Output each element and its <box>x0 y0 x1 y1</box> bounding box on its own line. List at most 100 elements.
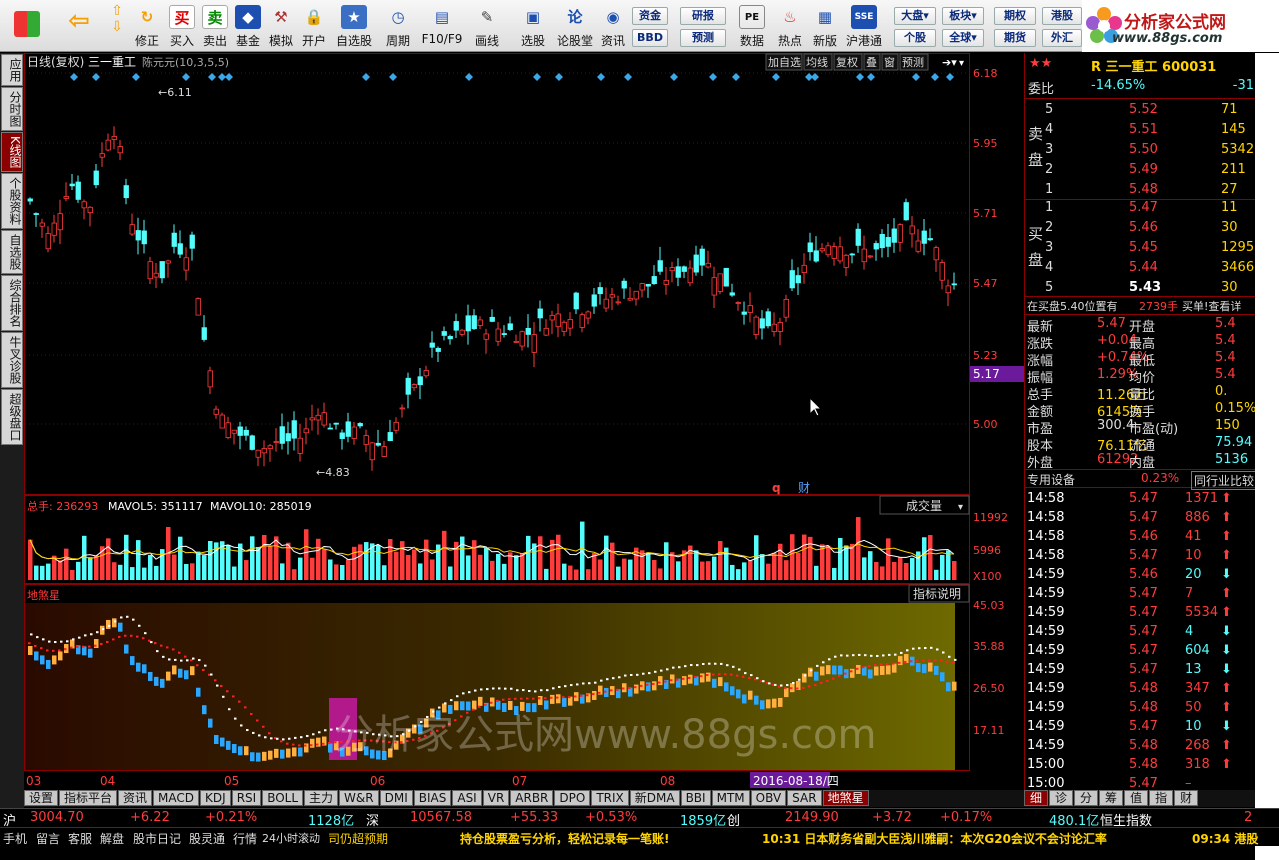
indicator-tab[interactable]: VR <box>482 790 510 806</box>
indicator-tab[interactable]: RSI <box>231 790 262 806</box>
sell-level-row[interactable]: 3 5.50 5342 <box>1025 141 1256 160</box>
forecast-button[interactable]: 预测 <box>680 29 726 47</box>
finance-marker[interactable]: 财 <box>798 481 810 495</box>
indicator-tab[interactable]: KDJ <box>200 790 231 806</box>
indicator-tab[interactable]: 资讯 <box>118 790 153 806</box>
tick-row[interactable]: 14:59 5.48 268 ⬆ <box>1025 737 1256 756</box>
indicator-tab[interactable]: 设置 <box>24 790 59 806</box>
fund-flow-button[interactable]: 资金 <box>632 7 668 25</box>
tick-row[interactable]: 14:59 5.48 50 ⬆ <box>1025 699 1256 718</box>
kline-chart-svg[interactable]: 日线(复权) 三一重工 陈元元(10,3,5,5) 加自选 均线 复权叠窗预测 ➔▾ ▾… <box>24 53 1024 790</box>
indicator-tab[interactable]: BBI <box>680 790 711 806</box>
tick-row[interactable]: 14:58 5.47 1371 ⬆ <box>1025 490 1256 509</box>
toolbar-period-button[interactable]: ◷ 周期 <box>378 3 418 50</box>
bottom-24h-link[interactable]: 24小时滚动 <box>262 830 320 846</box>
q-marker[interactable]: q <box>772 481 781 495</box>
chevron-down-icon[interactable]: ▾ <box>959 58 964 69</box>
bottom-quote-link[interactable]: 行情 <box>233 830 257 847</box>
futures-button[interactable]: 期货 <box>994 29 1036 47</box>
right-panel-tab[interactable]: 分 <box>1074 790 1099 806</box>
indicator-tab[interactable]: MACD <box>153 790 200 806</box>
buy-level-row[interactable]: 4 5.44 3466 <box>1025 259 1256 278</box>
indicator-tab[interactable]: 主力 <box>304 790 339 806</box>
research-button[interactable]: 研报 <box>680 7 726 25</box>
start-menu-button[interactable] <box>5 3 49 50</box>
buy-level-row[interactable]: 1 5.47 11 <box>1025 199 1256 218</box>
toolbar-draw-button[interactable]: ✎ 画线 <box>467 3 507 50</box>
bottom-mobile-link[interactable]: 手机 <box>3 830 27 847</box>
toolbar-forum-button[interactable]: 论论股堂 <box>556 3 594 50</box>
toolbar-data-button[interactable]: PE 数据 <box>735 3 769 50</box>
tick-row[interactable]: 14:59 5.47 7 ⬆ <box>1025 585 1256 604</box>
ticker-news-2[interactable]: 持仓股票盈亏分析，轻松记录每一笔账! <box>460 830 669 847</box>
tick-row[interactable]: 14:58 5.47 886 ⬆ <box>1025 509 1256 528</box>
right-panel-tab[interactable]: 值 <box>1124 790 1149 806</box>
indicator-tab[interactable]: BIAS <box>413 790 452 806</box>
toolbar-sell-button[interactable]: 卖卖出 <box>200 3 230 50</box>
tick-row[interactable]: 14:59 5.46 20 ⬇ <box>1025 566 1256 585</box>
tick-row[interactable]: 15:00 5.48 318 ⬆ <box>1025 756 1256 775</box>
indicator-tab[interactable]: SAR <box>787 790 822 806</box>
side-tab-kline[interactable]: K线图 <box>1 132 23 172</box>
bottom-diary-link[interactable]: 股市日记 <box>133 830 181 847</box>
toolbar-fix-button[interactable]: ↻ 修正 <box>132 3 162 50</box>
stock-button[interactable]: 个股 <box>894 29 936 47</box>
ticker-news-3[interactable]: 10:31 日本财务省副大臣浅川雅嗣：本次G20会议不会讨论汇率 <box>762 830 1107 847</box>
options-button[interactable]: 期权 <box>994 7 1036 25</box>
tick-row[interactable]: 14:58 5.46 41 ⬆ <box>1025 528 1256 547</box>
side-tab-super-depth[interactable]: 超级盘口 <box>1 388 23 445</box>
sector-dropdown[interactable]: 板块▾ <box>942 7 984 25</box>
toolbar-open-account-button[interactable]: 🔒 开户 <box>299 3 329 50</box>
bottom-lingtong-link[interactable]: 股灵通 <box>189 830 225 847</box>
toolbar-watchlist-button[interactable]: ★ 自选股 <box>334 3 374 50</box>
toolbar-simulate-button[interactable]: ⚒ 模拟 <box>266 3 296 50</box>
arrow-right-icon[interactable]: ➔▾ <box>942 56 957 69</box>
side-tab-diagnose[interactable]: 牛叉诊股 <box>1 331 23 388</box>
market-dropdown[interactable]: 大盘▾ <box>894 7 936 25</box>
side-tab-intraday[interactable]: 分时图 <box>1 87 23 131</box>
up-down-button[interactable]: ⇧ ⇩ <box>104 3 130 50</box>
right-panel-tab[interactable]: 财 <box>1174 790 1199 806</box>
right-panel-tab[interactable]: 指 <box>1149 790 1174 806</box>
ticker-news-1[interactable]: 司仍超预期 <box>328 830 388 847</box>
side-tab-profile[interactable]: 个股资料 <box>1 172 23 229</box>
toolbar-buy-button[interactable]: 买买入 <box>167 3 197 50</box>
quote-stat-row[interactable]: 外盘 61292 内盘 5136 <box>1025 451 1256 471</box>
sell-level-row[interactable]: 1 5.48 27 <box>1025 181 1256 200</box>
sell-level-row[interactable]: 5 5.52 71 <box>1025 101 1256 120</box>
indicator-tab[interactable]: 新DMA <box>629 790 680 806</box>
kline-chart-area[interactable]: 日线(复权) 三一重工 陈元元(10,3,5,5) 加自选 均线 复权叠窗预测 ➔▾ ▾… <box>24 53 1024 790</box>
indicator-tab[interactable]: ARBR <box>510 790 554 806</box>
forex-button[interactable]: 外汇 <box>1042 29 1082 47</box>
buy-level-row[interactable]: 2 5.46 30 <box>1025 219 1256 238</box>
toolbar-stock-select-button[interactable]: ▣ 选股 <box>512 3 554 50</box>
tick-row[interactable]: 14:59 5.47 4 ⬇ <box>1025 623 1256 642</box>
right-panel-tab[interactable]: 细 <box>1024 790 1049 806</box>
tick-row[interactable]: 14:59 5.47 13 ⬇ <box>1025 661 1256 680</box>
order-note-row[interactable]: 在买盘5.40位置有 2739手 买单!查看详 <box>1025 296 1256 315</box>
toolbar-f10-button[interactable]: ▤ F10/F9 <box>420 3 464 50</box>
bottom-message-link[interactable]: 留言 <box>36 830 60 847</box>
hk-stock-button[interactable]: 港股 <box>1042 7 1082 25</box>
industry-compare-button[interactable]: 同行业比较 <box>1191 471 1258 490</box>
global-dropdown[interactable]: 全球▾ <box>942 29 984 47</box>
indicator-tab[interactable]: MTM <box>711 790 750 806</box>
toolbar-hot-button[interactable]: ♨ 热点 <box>773 3 807 50</box>
tick-row[interactable]: 14:58 5.47 10 ⬆ <box>1025 547 1256 566</box>
indicator-tab[interactable]: DMI <box>379 790 413 806</box>
toolbar-news-button[interactable]: ◉ 资讯 <box>597 3 629 50</box>
toolbar-hk-connect-button[interactable]: SSE 沪港通 <box>843 3 885 50</box>
tick-row[interactable]: 14:59 5.47 5534 ⬆ <box>1025 604 1256 623</box>
indicator-tab[interactable]: OBV <box>750 790 787 806</box>
side-tab-watchlist[interactable]: 自选股 <box>1 229 23 274</box>
indicator-tab[interactable]: W&R <box>339 790 379 806</box>
tick-row[interactable]: 14:59 5.47 604 ⬇ <box>1025 642 1256 661</box>
indicator-tab[interactable]: 地煞星 <box>822 790 869 806</box>
buy-level-row[interactable]: 3 5.45 1295 <box>1025 239 1256 258</box>
sell-level-row[interactable]: 2 5.49 211 <box>1025 161 1256 180</box>
bottom-service-link[interactable]: 客服 <box>68 830 92 847</box>
indicator-tab[interactable]: DPO <box>554 790 591 806</box>
indicator-tab[interactable]: 指标平台 <box>59 790 118 806</box>
toolbar-newversion-button[interactable]: ▦ 新版 <box>808 3 842 50</box>
side-tab-ranking[interactable]: 综合排名 <box>1 274 23 331</box>
